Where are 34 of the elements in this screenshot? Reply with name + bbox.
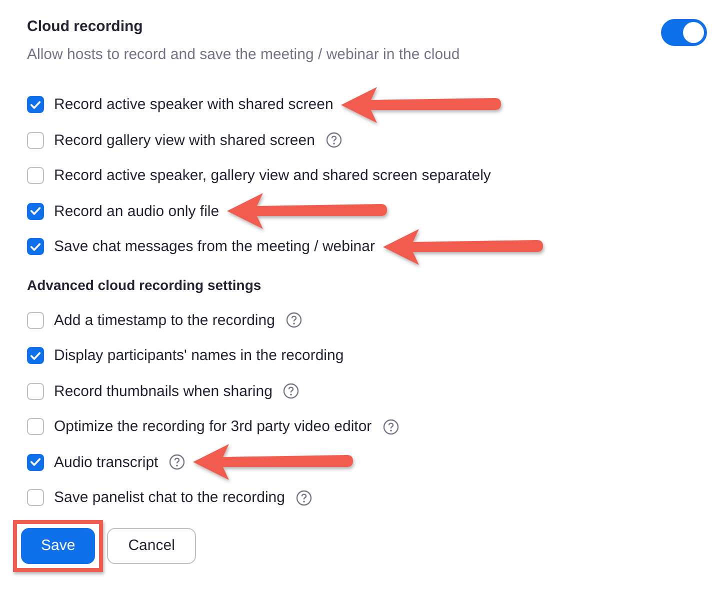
- help-icon[interactable]: [382, 418, 399, 435]
- checkbox[interactable]: [27, 202, 44, 220]
- option-label: Audio transcript: [54, 454, 158, 471]
- option-label: Save panelist chat to the recording: [54, 489, 285, 506]
- option-label: Display participants' names in the recording: [54, 347, 344, 364]
- setting-title: Cloud recording: [27, 18, 144, 35]
- checkbox[interactable]: [27, 418, 44, 436]
- section-heading: Advanced cloud recording settings: [27, 276, 262, 292]
- checkbox[interactable]: [27, 454, 44, 471]
- setting-description: Allow hosts to record and save the meeting / webinar in the cloud: [27, 46, 460, 63]
- save-button[interactable]: Save: [21, 528, 96, 564]
- help-icon[interactable]: [169, 454, 186, 470]
- help-icon[interactable]: [286, 312, 302, 328]
- option-label: Optimize the recording for 3rd party video editor: [54, 418, 372, 436]
- checkbox[interactable]: [27, 347, 44, 364]
- toggle-switch[interactable]: [661, 19, 707, 46]
- checkbox[interactable]: [27, 132, 44, 149]
- checkbox[interactable]: [27, 96, 44, 114]
- cancel-button[interactable]: Cancel: [107, 528, 196, 564]
- option-label: Record active speaker, gallery view and shared screen separately: [54, 167, 491, 184]
- option-label: Record an audio only file: [54, 202, 220, 220]
- help-icon[interactable]: [296, 490, 312, 506]
- help-icon[interactable]: [326, 132, 342, 148]
- option-label: Save chat messages from the meeting / webinar: [54, 238, 375, 256]
- help-icon[interactable]: [283, 383, 300, 400]
- option-label: Record gallery view with shared screen: [54, 132, 315, 149]
- option-label: Add a timestamp to the recording: [54, 312, 275, 329]
- checkbox[interactable]: [27, 312, 44, 329]
- checkbox[interactable]: [27, 382, 44, 400]
- checkbox[interactable]: [27, 167, 44, 184]
- checkbox[interactable]: [27, 489, 44, 506]
- checkbox[interactable]: [27, 238, 44, 256]
- option-label: Record active speaker with shared screen: [54, 96, 334, 114]
- option-label: Record thumbnails when sharing: [54, 382, 272, 400]
